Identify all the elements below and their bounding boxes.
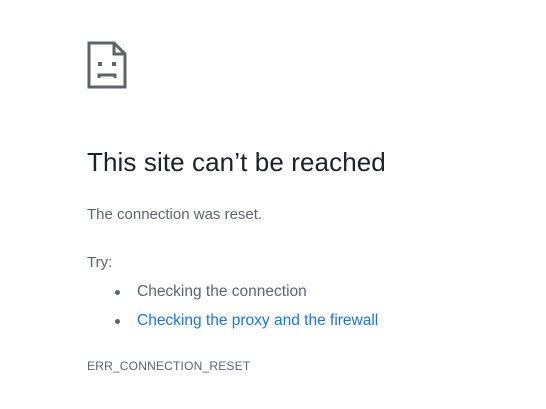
sad-page-icon bbox=[87, 41, 127, 89]
bullet-icon bbox=[115, 290, 120, 295]
error-message: The connection was reset. bbox=[87, 206, 263, 223]
try-label: Try: bbox=[87, 254, 113, 271]
proxy-firewall-link[interactable]: Checking the proxy and the firewall bbox=[137, 312, 378, 329]
suggestion-check-connection: Checking the connection bbox=[87, 281, 378, 310]
error-code: ERR_CONNECTION_RESET bbox=[87, 359, 251, 373]
suggestion-check-proxy-firewall: Checking the proxy and the firewall bbox=[87, 310, 378, 339]
error-page: This site can’t be reached The connectio… bbox=[0, 0, 546, 409]
suggestion-text: Checking the connection bbox=[137, 283, 307, 300]
bullet-icon bbox=[115, 319, 120, 324]
page-title: This site can’t be reached bbox=[87, 147, 386, 177]
suggestion-list: Checking the connection Checking the pro… bbox=[87, 281, 378, 339]
